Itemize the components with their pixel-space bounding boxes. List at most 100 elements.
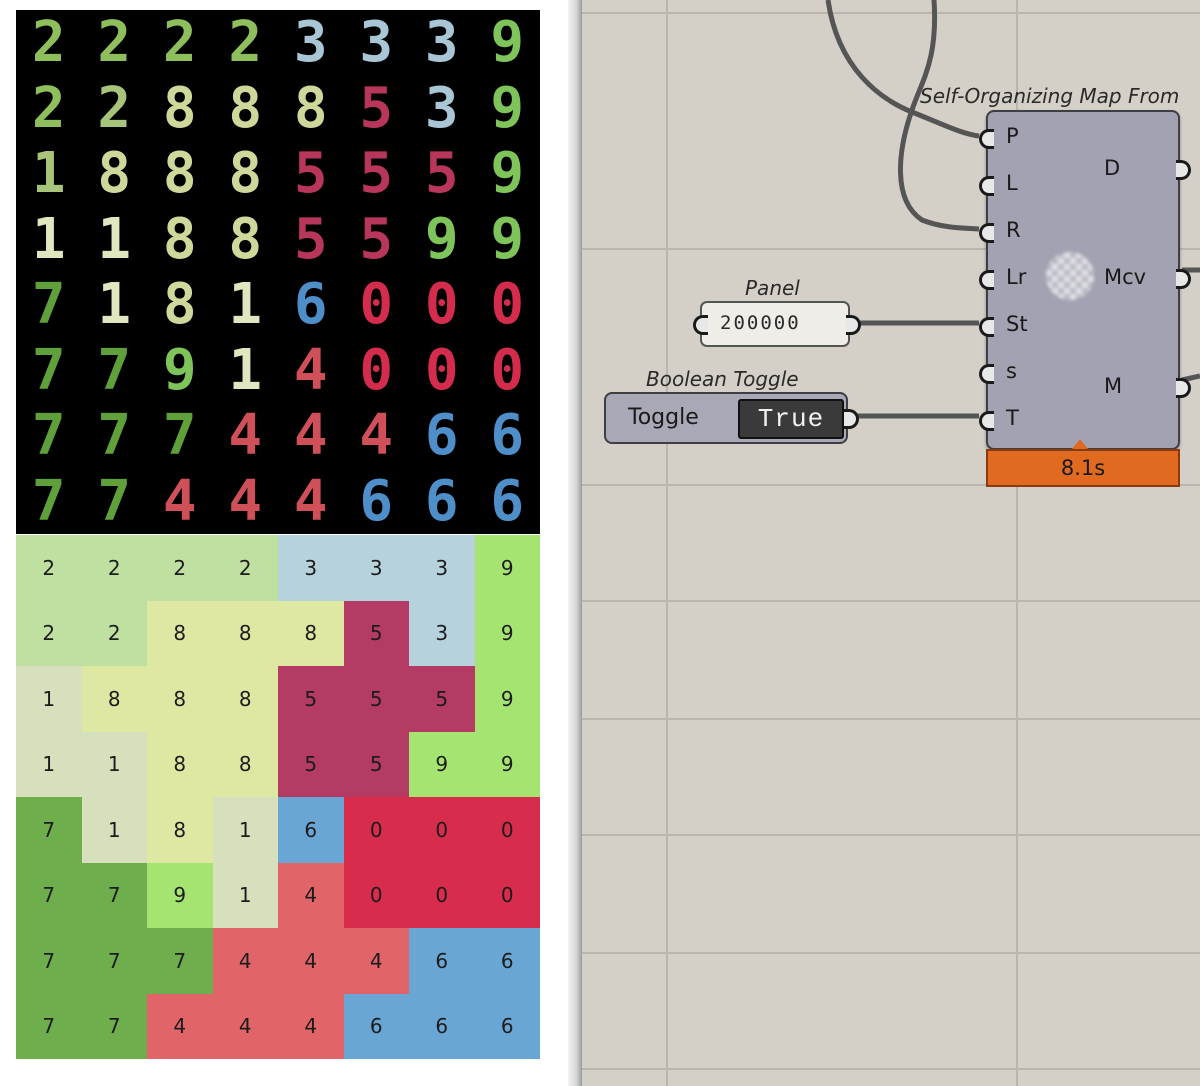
- toggle-value-button[interactable]: True: [738, 399, 844, 439]
- digit-sample: 7: [31, 403, 66, 468]
- som-cell: 4: [147, 993, 213, 1059]
- digit-sample: 7: [97, 337, 132, 403]
- som-cell: 8: [212, 731, 278, 797]
- input-l-label: L: [1006, 171, 1018, 195]
- som-label-grid: 2222333922888539188855591188559971816000…: [16, 535, 540, 1059]
- digit-sample: 2: [31, 75, 66, 141]
- digit-sample: 7: [97, 468, 132, 534]
- som-cell: 0: [409, 797, 475, 863]
- panel-title: Panel: [745, 276, 800, 300]
- som-cell: 8: [147, 666, 213, 732]
- digit-sample: 6: [359, 468, 394, 534]
- digit-sample: 8: [162, 75, 197, 141]
- input-st-label: St: [1006, 312, 1028, 336]
- input-grip-s[interactable]: [979, 364, 994, 384]
- panel-component[interactable]: 200000: [693, 301, 861, 347]
- som-cell: 7: [16, 993, 82, 1059]
- som-cell: 8: [147, 600, 213, 666]
- output-d-label: D: [1104, 156, 1121, 180]
- digit-sample: 1: [97, 272, 132, 337]
- output-m-label: M: [1104, 374, 1123, 398]
- wire-p: [825, 0, 980, 139]
- digit-sample: 3: [424, 10, 459, 75]
- split-divider[interactable]: [568, 0, 582, 1086]
- digit-sample: 8: [228, 206, 263, 272]
- som-cell: 5: [278, 731, 344, 797]
- digit-sample-column: 99990066: [475, 10, 541, 534]
- som-cell: 8: [212, 666, 278, 732]
- digit-sample: 5: [359, 141, 394, 206]
- digit-sample: 6: [424, 403, 459, 468]
- digit-sample: 2: [97, 75, 132, 141]
- digit-sample: 2: [97, 10, 132, 75]
- som-cell: 3: [343, 535, 409, 601]
- som-cell: 9: [474, 535, 540, 601]
- som-cell: 2: [81, 600, 147, 666]
- digit-sample: 6: [490, 403, 525, 468]
- digit-sample: 4: [162, 468, 197, 534]
- som-cell: 1: [16, 731, 82, 797]
- timing-notch: [1072, 439, 1088, 449]
- som-cell: 4: [278, 928, 344, 994]
- som-cell: 7: [16, 862, 82, 928]
- digit-sample-column: 22811777: [82, 10, 148, 534]
- input-t-label: T: [1006, 406, 1019, 430]
- input-grip-lr[interactable]: [979, 270, 994, 290]
- input-lr-label: Lr: [1006, 265, 1027, 289]
- som-cell: 5: [343, 731, 409, 797]
- som-cell: 6: [409, 928, 475, 994]
- digit-sample: 4: [293, 468, 328, 534]
- digit-sample: 0: [490, 272, 525, 337]
- digit-sample: 6: [490, 468, 525, 534]
- profiler-timing-bar: 8.1s: [986, 449, 1180, 487]
- boolean-toggle-component[interactable]: Toggle True: [604, 392, 859, 444]
- som-cell: 4: [212, 993, 278, 1059]
- digit-sample: 3: [293, 10, 328, 75]
- digit-sample: 5: [424, 141, 459, 206]
- som-cell: 8: [147, 731, 213, 797]
- digit-sample: 0: [359, 272, 394, 337]
- som-cell: 9: [474, 600, 540, 666]
- digit-sample-column: 35550046: [344, 10, 410, 534]
- som-cell: 9: [409, 731, 475, 797]
- digit-sample: 1: [97, 206, 132, 272]
- panel-value: 200000: [720, 312, 801, 334]
- panel-input-grip[interactable]: [693, 315, 708, 335]
- input-grip-r[interactable]: [979, 223, 994, 243]
- grasshopper-canvas[interactable]: Self-Organizing Map From P L R Lr St s T…: [582, 0, 1200, 1086]
- input-grip-t[interactable]: [979, 411, 994, 431]
- som-cell: 0: [409, 862, 475, 928]
- digit-sample: 2: [162, 10, 197, 75]
- digit-sample: 6: [293, 272, 328, 337]
- som-cell: 7: [16, 797, 82, 863]
- digit-sample: 3: [424, 75, 459, 141]
- digit-sample: 3: [359, 10, 394, 75]
- som-cell: 9: [474, 731, 540, 797]
- som-cell: 2: [212, 535, 278, 601]
- input-grip-p[interactable]: [979, 129, 994, 149]
- digit-sample: 8: [228, 75, 263, 141]
- input-grip-st[interactable]: [979, 317, 994, 337]
- wire-r: [898, 0, 980, 232]
- som-cell: 0: [343, 862, 409, 928]
- toggle-label: Toggle: [628, 405, 699, 430]
- som-cell: 8: [212, 600, 278, 666]
- som-component[interactable]: P L R Lr St s T D Mcv M: [979, 110, 1191, 450]
- som-cell: 9: [474, 666, 540, 732]
- som-cell: 6: [278, 797, 344, 863]
- som-cell: 2: [147, 535, 213, 601]
- som-cell: 8: [81, 666, 147, 732]
- digit-sample: 1: [31, 141, 66, 206]
- digit-sample: 1: [31, 206, 66, 272]
- som-cell: 4: [278, 993, 344, 1059]
- input-grip-l[interactable]: [979, 176, 994, 196]
- digit-sample: 9: [490, 10, 525, 75]
- digit-sample: 8: [97, 141, 132, 206]
- digit-sample: 2: [228, 10, 263, 75]
- digit-sample: 4: [293, 337, 328, 403]
- som-cell: 6: [474, 993, 540, 1059]
- digit-sample-column: 28888974: [147, 10, 213, 534]
- som-cell: 7: [81, 928, 147, 994]
- som-cell: 1: [212, 797, 278, 863]
- digit-sample: 5: [293, 206, 328, 272]
